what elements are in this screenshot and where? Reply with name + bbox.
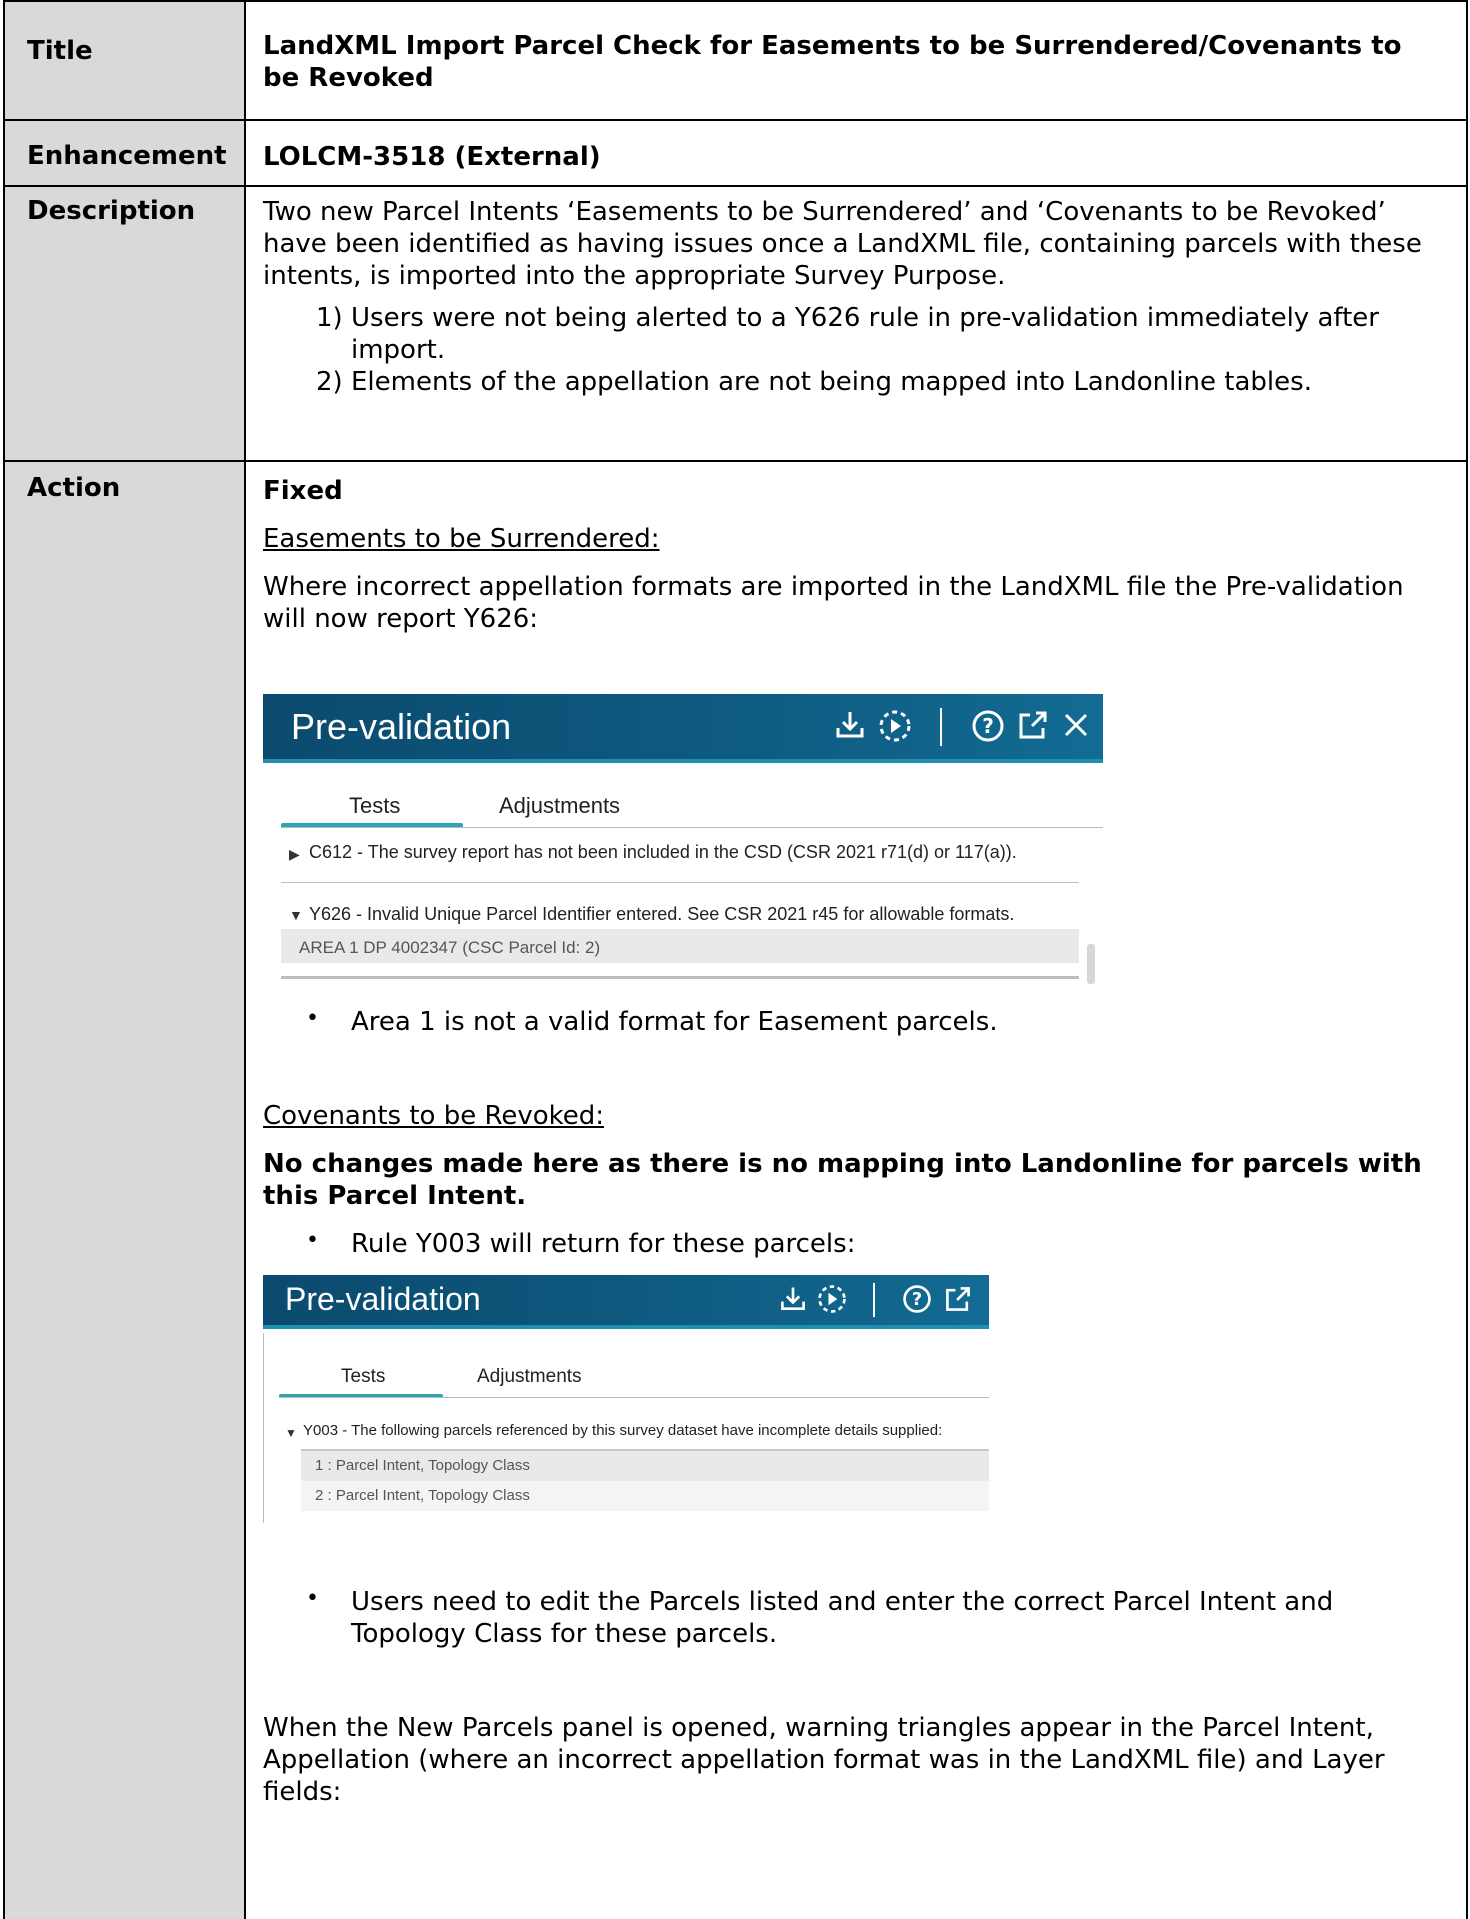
description-line: have been identified as having issues on… (263, 229, 1422, 259)
action-status: Fixed (263, 476, 343, 506)
prevalidation-title: Pre-validation (291, 706, 512, 747)
list-item-text: Users were not being alerted to a Y626 r… (351, 303, 1379, 333)
bullet: • (306, 1006, 319, 1031)
list-item-number: 1) (316, 303, 343, 333)
rule-detail-row: AREA 1 DP 4002347 (CSC Parcel Id: 2) (281, 929, 1079, 963)
enhancement-value: LOLCM-3518 (External) (263, 142, 601, 172)
title-row: Title LandXML Import Parcel Check for Ea… (3, 0, 1468, 120)
popout-icon[interactable] (943, 1284, 973, 1319)
easements-heading: Easements to be Surrendered: (263, 524, 660, 554)
rule-detail-row: 2 : Parcel Intent, Topology Class (301, 1481, 989, 1511)
rule-detail-row: 1 : Parcel Intent, Topology Class (301, 1449, 989, 1481)
covenants-note: this Parcel Intent. (263, 1181, 527, 1211)
header-divider (873, 1283, 875, 1317)
tab-tests[interactable]: Tests (341, 1366, 385, 1388)
table-border (3, 119, 1468, 121)
prevalidation-panel: Pre-validation ? (263, 1275, 989, 1540)
enhancement-label: Enhancement (27, 141, 227, 171)
easements-text: Where incorrect appellation formats are … (263, 572, 1404, 602)
svg-text:?: ? (912, 1290, 922, 1310)
rule-c612[interactable]: C612 - The survey report has not been in… (309, 842, 1017, 863)
collapsed-arrow-icon[interactable]: ▶ (289, 846, 300, 863)
bullet: • (306, 1228, 319, 1253)
run-icon[interactable] (877, 708, 913, 749)
svg-text:?: ? (982, 714, 994, 738)
covenants-bullet: Rule Y003 will return for these parcels: (351, 1229, 856, 1259)
covenants-heading: Covenants to be Revoked: (263, 1101, 605, 1131)
expanded-arrow-icon[interactable]: ▼ (285, 1426, 297, 1440)
close-icon[interactable] (1061, 710, 1091, 745)
expanded-arrow-icon[interactable]: ▼ (289, 907, 303, 923)
popout-icon[interactable] (1016, 708, 1050, 747)
easements-bullet: Area 1 is not a valid format for Easemen… (351, 1007, 998, 1037)
table-border (3, 0, 1468, 2)
edit-bullet: Users need to edit the Parcels listed an… (351, 1587, 1334, 1617)
title-value-line1: LandXML Import Parcel Check for Easement… (263, 31, 1402, 61)
covenants-note: No changes made here as there is no mapp… (263, 1149, 1422, 1179)
action-row: Action Fixed Easements to be Surrendered… (3, 461, 1468, 1919)
help-icon[interactable]: ? (901, 1283, 933, 1320)
description-line: Two new Parcel Intents ‘Easements to be … (263, 197, 1386, 227)
download-icon[interactable] (778, 1284, 808, 1319)
edit-bullet: Topology Class for these parcels. (351, 1619, 778, 1649)
action-label: Action (27, 473, 121, 503)
closing-text: fields: (263, 1777, 342, 1807)
easements-text: will now report Y626: (263, 604, 539, 634)
prevalidation-header: Pre-validation ? (263, 1275, 989, 1325)
table-border (3, 185, 1468, 187)
prevalidation-header: Pre-validation ? (263, 694, 1103, 759)
download-icon[interactable] (833, 708, 867, 747)
rule-y626[interactable]: Y626 - Invalid Unique Parcel Identifier … (309, 904, 1014, 925)
title-label: Title (27, 36, 93, 66)
description-line: intents, is imported into the appropriat… (263, 261, 1006, 291)
enhancement-row: Enhancement LOLCM-3518 (External) (3, 120, 1468, 186)
prevalidation-panel: Pre-validation ? (263, 694, 1103, 994)
header-divider (940, 708, 942, 746)
run-icon[interactable] (816, 1283, 848, 1320)
table-border (3, 460, 1468, 462)
prevalidation-title: Pre-validation (285, 1281, 481, 1317)
list-item-number: 2) (316, 367, 343, 397)
tab-adjustments[interactable]: Adjustments (477, 1366, 582, 1388)
scrollbar[interactable] (1087, 944, 1095, 984)
tab-tests[interactable]: Tests (349, 793, 400, 819)
title-value-line2: be Revoked (263, 63, 434, 93)
list-item-text: Elements of the appellation are not bein… (351, 367, 1312, 397)
tab-adjustments[interactable]: Adjustments (499, 793, 620, 819)
bullet: • (306, 1586, 319, 1611)
description-row: Description Two new Parcel Intents ‘Ease… (3, 186, 1468, 461)
list-item-text: import. (351, 335, 446, 365)
rule-y003[interactable]: Y003 - The following parcels referenced … (303, 1422, 942, 1439)
closing-text: Appellation (where an incorrect appellat… (263, 1745, 1385, 1775)
closing-text: When the New Parcels panel is opened, wa… (263, 1713, 1374, 1743)
help-icon[interactable]: ? (970, 708, 1006, 749)
description-label: Description (27, 196, 196, 226)
